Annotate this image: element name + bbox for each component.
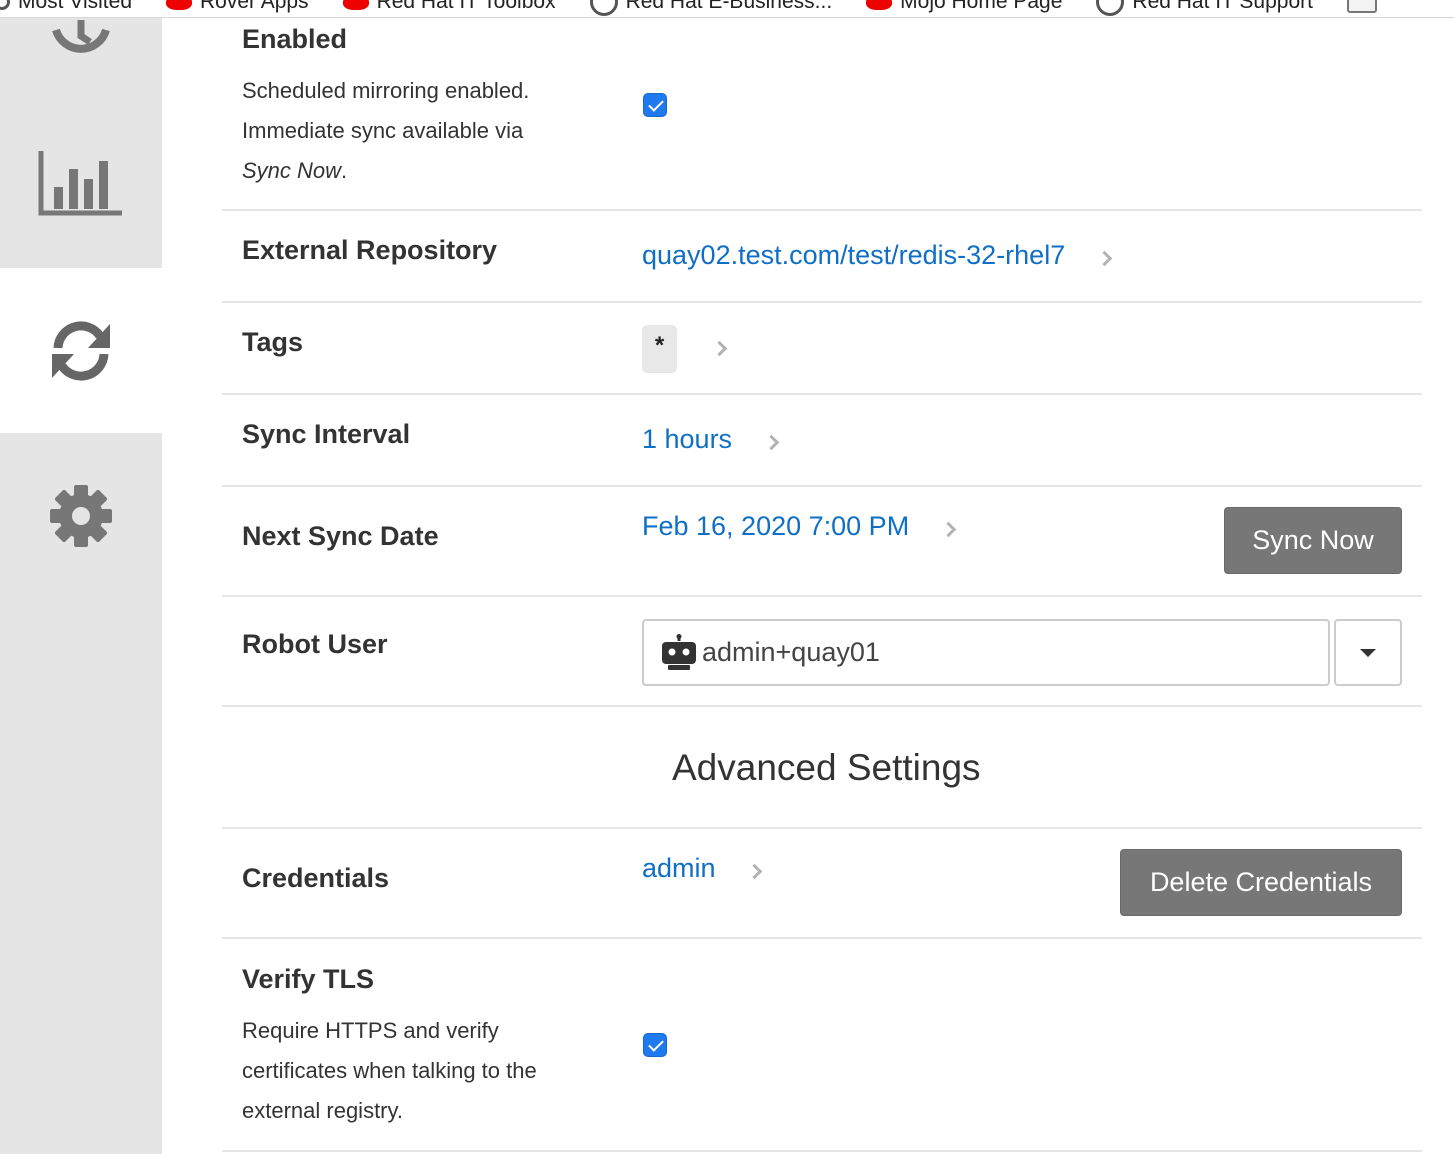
sidebar: [0, 0, 162, 1154]
sidebar-item-settings[interactable]: [0, 433, 162, 598]
next-sync-date-link[interactable]: Feb 16, 2020 7:00 PM: [642, 511, 956, 542]
bookmark-label: Rover Apps: [200, 0, 309, 13]
redhat-icon: [166, 0, 192, 10]
external-repository-label: External Repository: [242, 235, 498, 265]
caret-down-icon: [1360, 648, 1376, 657]
credentials-value: admin: [642, 853, 716, 883]
folder-icon: [1346, 0, 1377, 13]
enabled-description: Scheduled mirroring enabled. Immediate s…: [242, 71, 602, 191]
enabled-checkbox[interactable]: [643, 93, 667, 117]
globe-icon: [1096, 0, 1125, 16]
verify-tls-checkbox[interactable]: [643, 1033, 667, 1057]
bookmark-label: Mojo Home Page: [900, 0, 1063, 13]
enabled-label: Enabled: [242, 24, 348, 54]
credentials-row: Credentials admin Delete Credentials: [222, 829, 1422, 939]
description-line: Require HTTPS and verify: [242, 1018, 499, 1043]
history-icon: [52, 20, 110, 53]
bar-chart-icon: [38, 151, 122, 216]
chevron-right-icon: [940, 521, 956, 538]
verify-tls-label: Verify TLS: [242, 964, 375, 994]
globe-icon: [589, 0, 618, 16]
bookmark-rover-apps[interactable]: Rover Apps: [166, 0, 309, 14]
refresh-icon: [52, 320, 110, 381]
external-repository-value: quay02.test.com/test/redis-32-rhel7: [642, 240, 1066, 270]
sync-now-button[interactable]: Sync Now: [1224, 507, 1402, 574]
next-sync-date-row: Next Sync Date Feb 16, 2020 7:00 PM Sync…: [222, 487, 1422, 597]
verify-tls-row: Verify TLS Require HTTPS and verify cert…: [222, 939, 1422, 1152]
bookmark-e-business[interactable]: Red Hat E-Business...: [589, 0, 833, 16]
robot-user-input[interactable]: admin+quay01: [642, 619, 1330, 686]
bookmark-it-toolbox[interactable]: Red Hat IT Toolbox: [342, 0, 556, 14]
bookmark-most-visited[interactable]: Most Visited: [0, 0, 132, 14]
tags-label: Tags: [242, 327, 304, 357]
bookmark-label: Red Hat IT Support: [1132, 0, 1313, 13]
sync-interval-label: Sync Interval: [242, 419, 411, 449]
description-punctuation: .: [341, 158, 348, 183]
sync-now-reference: Sync Now: [242, 158, 342, 183]
tags-row: Tags *: [222, 303, 1422, 395]
chevron-right-icon: [746, 863, 763, 880]
description-line: Scheduled mirroring enabled.: [242, 78, 530, 103]
enabled-row: Enabled Scheduled mirroring enabled. Imm…: [222, 0, 1422, 211]
chevron-right-icon: [1096, 250, 1113, 267]
external-repository-row: External Repository quay02.test.com/test…: [222, 211, 1422, 303]
bookmark-label: Red Hat E-Business...: [625, 0, 833, 13]
redhat-icon: [342, 0, 369, 10]
redhat-icon: [866, 0, 893, 10]
sync-interval-link[interactable]: 1 hours: [642, 424, 779, 455]
bookmark-label: Most Visited: [18, 0, 132, 13]
description-line: certificates when talking to the: [242, 1058, 537, 1083]
sync-interval-value: 1 hours: [642, 424, 733, 454]
bookmark-label: Red Hat IT Toolbox: [376, 0, 556, 13]
bookmark-mojo[interactable]: Mojo Home Page: [866, 0, 1062, 14]
robot-user-dropdown-toggle[interactable]: [1334, 619, 1402, 686]
robot-user-row: Robot User admin+quay01: [222, 597, 1422, 707]
robot-user-label: Robot User: [242, 629, 388, 659]
credentials-link[interactable]: admin: [642, 853, 763, 884]
description-line: Immediate sync available via: [242, 118, 524, 143]
chevron-right-icon[interactable]: [711, 340, 728, 357]
verify-tls-description: Require HTTPS and verify certificates wh…: [242, 1011, 602, 1131]
description-line: external registry.: [242, 1098, 403, 1123]
credentials-label: Credentials: [242, 863, 390, 893]
advanced-settings-title: Advanced Settings: [672, 747, 981, 788]
bookmark-it-support[interactable]: Red Hat IT Support: [1096, 0, 1313, 16]
robot-user-value: admin+quay01: [702, 637, 880, 667]
search-icon: [0, 0, 10, 10]
bookmarks-bar: Most Visited Rover Apps Red Hat IT Toolb…: [0, 0, 1454, 18]
sidebar-item-usage-logs[interactable]: [0, 100, 162, 268]
sidebar-item-mirroring[interactable]: [0, 268, 162, 433]
external-repository-link[interactable]: quay02.test.com/test/redis-32-rhel7: [642, 240, 1113, 271]
next-sync-date-label: Next Sync Date: [242, 521, 439, 551]
chevron-right-icon: [763, 434, 779, 451]
tag-badge: *: [642, 325, 677, 373]
delete-credentials-button[interactable]: Delete Credentials: [1120, 849, 1402, 916]
gear-icon: [50, 484, 112, 547]
sync-interval-row: Sync Interval 1 hours: [222, 395, 1422, 487]
robot-icon: [662, 633, 696, 670]
next-sync-date-value: Feb 16, 2020 7:00 PM: [642, 511, 910, 541]
bookmark-folder[interactable]: [1346, 0, 1385, 13]
advanced-settings-header: Advanced Settings: [222, 707, 1422, 829]
